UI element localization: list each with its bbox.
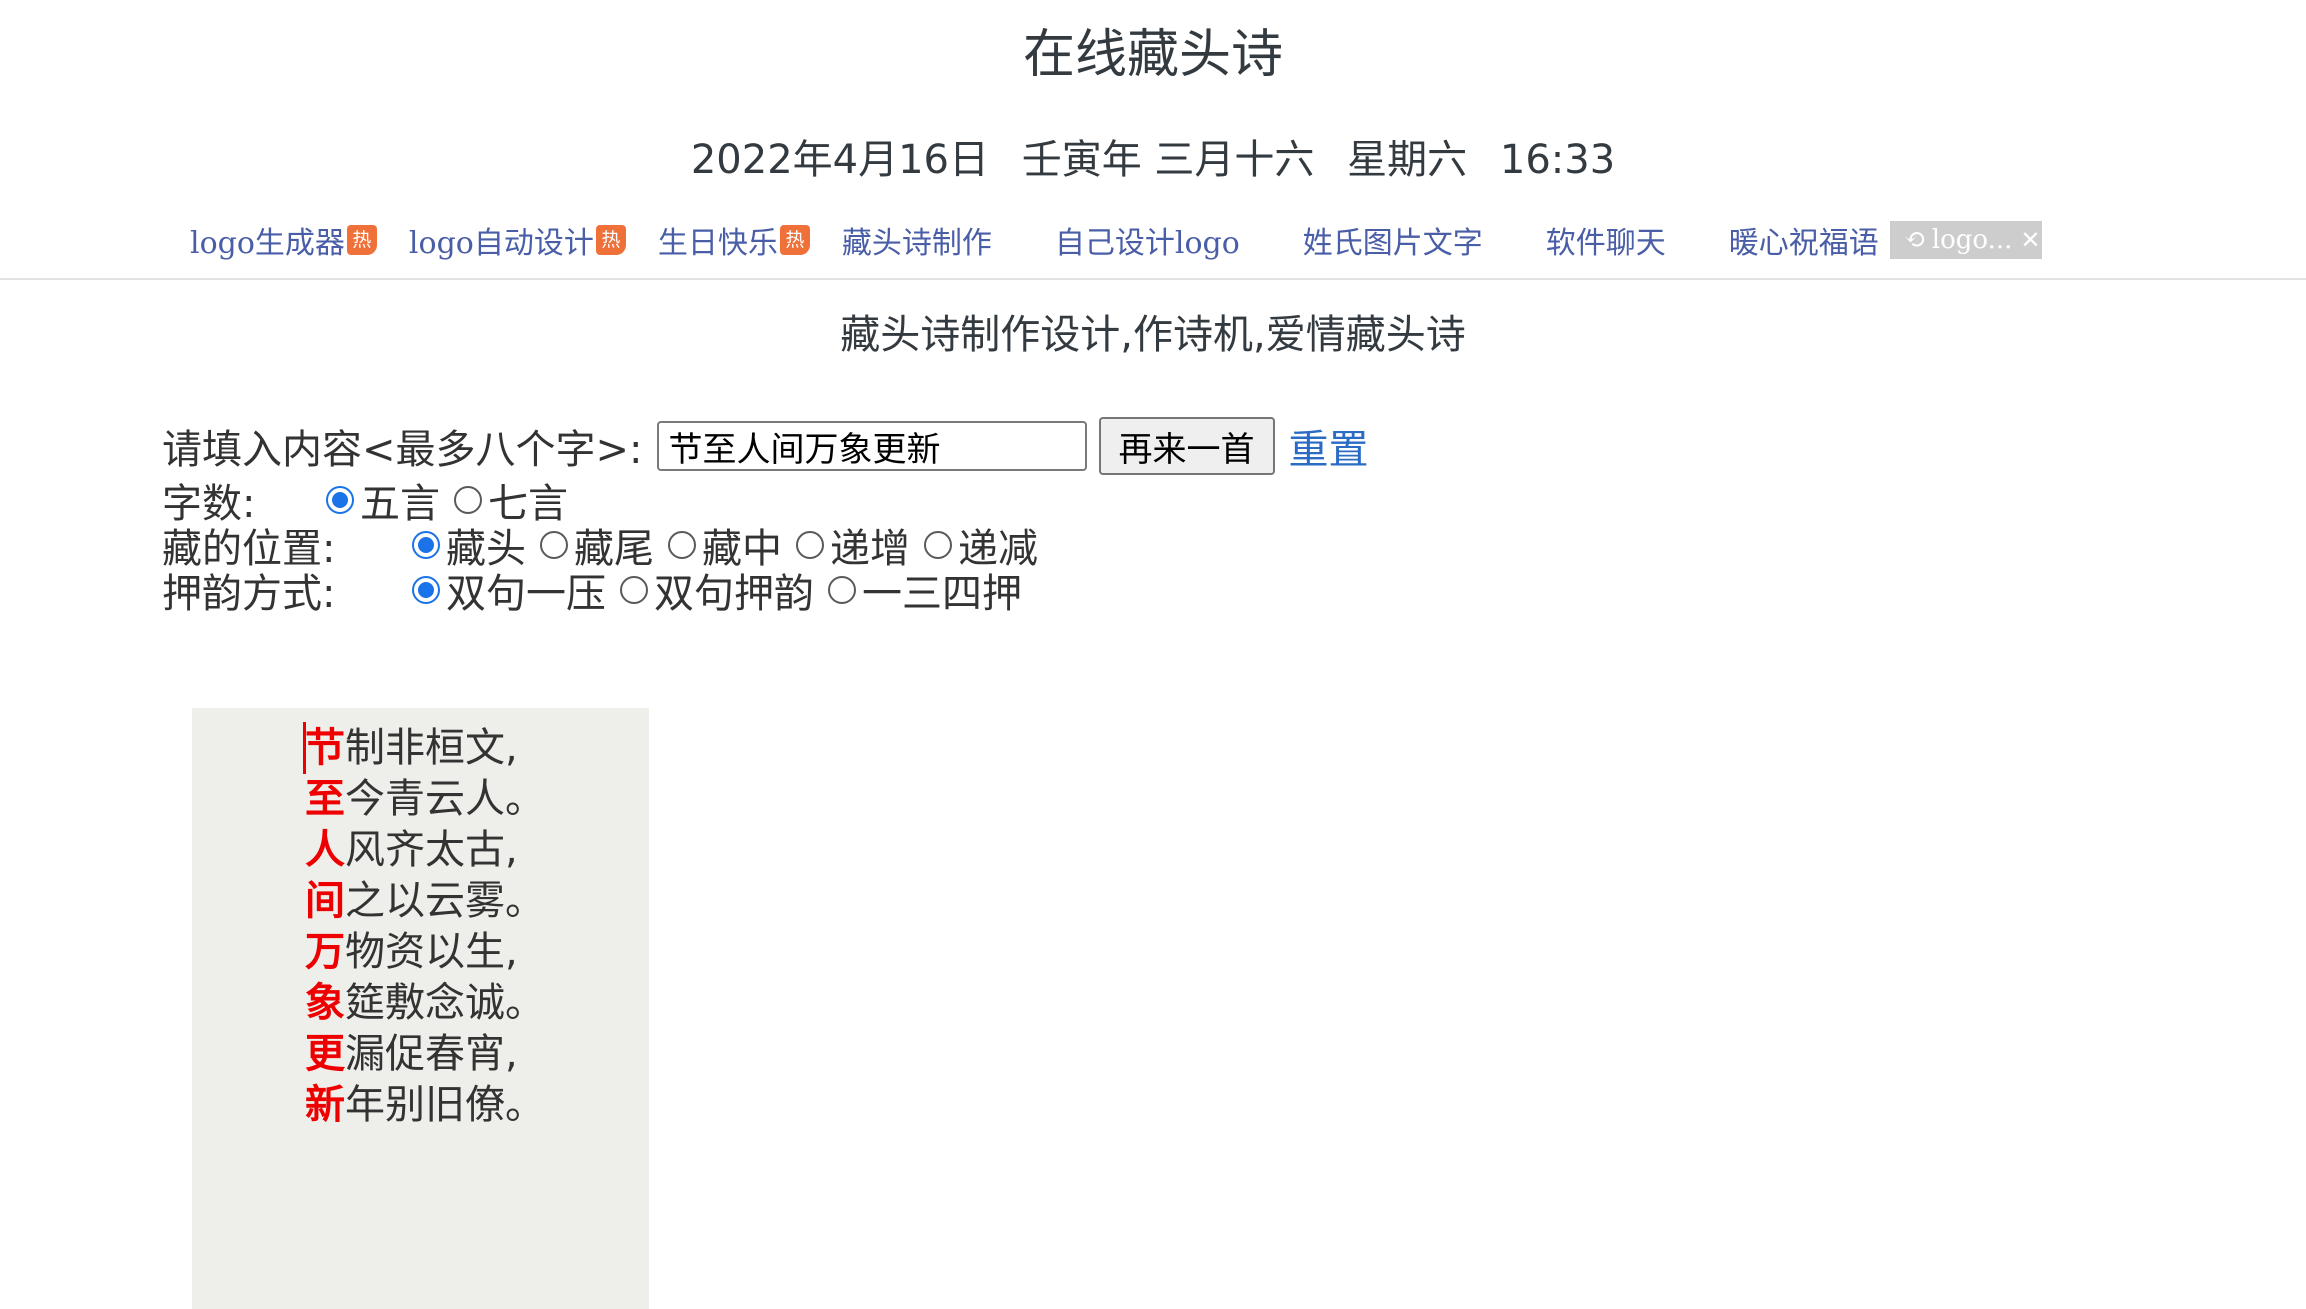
poem-result-box[interactable]: 节制非桓文, 至今青云人。 人风齐太古, 间之以云雾。 万物资以生, 象筵敷念诚… — [192, 708, 649, 1309]
hot-badge-icon: 热 — [346, 225, 377, 255]
poem-line: 人风齐太古, — [305, 825, 518, 875]
poem-line-text: 制非桓文, — [345, 725, 518, 771]
rhyme-option-double-rhyme[interactable]: 双句押韵 — [620, 561, 814, 619]
page: 在线藏头诗 2022年4月16日 壬寅年 三月十六 星期六 16:33 logo… — [0, 0, 2306, 1309]
nav-item-logo-generator[interactable]: logo生成器 热 — [190, 218, 377, 262]
lunar-date-text: 壬寅年 三月十六 — [1021, 137, 1315, 183]
radio-icon[interactable] — [540, 530, 568, 559]
rhyme-label: 押韵方式: — [162, 570, 336, 617]
ad-text: logo... — [1931, 225, 2013, 255]
poem-head-char: 人 — [305, 827, 345, 873]
nav-item-design-logo[interactable]: 自己设计logo — [1055, 218, 1240, 262]
radio-icon[interactable] — [828, 575, 856, 604]
option-label: 双句一压 — [446, 570, 606, 617]
header-divider — [0, 278, 2306, 280]
nav-item-warm-wishes[interactable]: 暖心祝福语 — [1729, 218, 1879, 262]
radio-selected-icon[interactable] — [326, 485, 354, 514]
hot-badge-icon: 热 — [779, 225, 810, 255]
reset-link[interactable]: 重置 — [1289, 417, 1369, 475]
poem-line-text: 物资以生, — [345, 929, 518, 975]
nav-item-label: 姓氏图片文字 — [1302, 226, 1483, 261]
site-title: 在线藏头诗 — [1022, 25, 1283, 85]
poem-line-text: 风齐太古, — [345, 827, 518, 873]
radio-selected-icon[interactable] — [412, 575, 440, 604]
poem-line-text: 筵敷念诚。 — [345, 980, 545, 1026]
close-icon[interactable]: ✕ — [2020, 226, 2040, 254]
nav-item-label: 暖心祝福语 — [1728, 226, 1879, 261]
nav-item-surname-image[interactable]: 姓氏图片文字 — [1303, 218, 1483, 262]
poem-head-char: 万 — [305, 929, 345, 975]
nav-item-label: logo自动设计 — [408, 226, 594, 261]
rhyme-option-one-three-four[interactable]: 一三四押 — [828, 561, 1022, 619]
poem-line: 间之以云雾。 — [305, 876, 545, 926]
poem-form: 请填入内容<最多八个字>: 再来一首 重置 字数: 五言 七言 藏的位置: 藏头 — [162, 415, 1369, 617]
poem-line-text: 年别旧僚。 — [345, 1082, 545, 1128]
poem-head-char: 节 — [305, 725, 345, 771]
rhyme-option-double-one[interactable]: 双句一压 — [412, 561, 606, 619]
poem-head-char: 至 — [305, 776, 345, 822]
poem-line: 新年别旧僚。 — [305, 1080, 545, 1130]
content-input[interactable] — [656, 421, 1087, 471]
time-text: 16:33 — [1499, 137, 1616, 183]
rhyme-row: 押韵方式: 双句一压 双句押韵 一三四押 — [162, 567, 1369, 617]
nav-item-label: logo生成器 — [190, 226, 345, 261]
poem-line: 象筵敷念诚。 — [305, 978, 545, 1028]
poem-line: 节制非桓文, — [305, 723, 518, 773]
nav-item-label: 藏头诗制作 — [841, 226, 992, 261]
nav-item-label: 生日快乐 — [657, 226, 778, 261]
content-label: 请填入内容<最多八个字>: — [162, 427, 643, 473]
nav-item-software-chat[interactable]: 软件聊天 — [1546, 218, 1666, 262]
poem-line-text: 之以云雾。 — [345, 878, 545, 924]
poem-line-text: 漏促春宵, — [345, 1031, 518, 1077]
poem-line: 更漏促春宵, — [305, 1029, 518, 1079]
poem-line: 至今青云人。 — [305, 774, 545, 824]
ad-choices-icon: ⟲ — [1904, 225, 1926, 255]
date-text: 2022年4月16日 — [690, 137, 989, 183]
option-label: 一三四押 — [862, 570, 1022, 617]
again-button[interactable]: 再来一首 — [1098, 417, 1275, 475]
nav-item-label: 自己设计logo — [1054, 226, 1240, 261]
date-line: 2022年4月16日 壬寅年 三月十六 星期六 16:33 — [0, 130, 2306, 190]
poem-line: 万物资以生, — [305, 927, 518, 977]
radio-icon[interactable] — [454, 485, 482, 514]
poem-head-char: 新 — [305, 1082, 345, 1128]
nav-item-birthday[interactable]: 生日快乐 热 — [658, 218, 810, 262]
hot-badge-icon: 热 — [595, 225, 626, 255]
content-row: 请填入内容<最多八个字>: 再来一首 重置 — [162, 415, 1369, 477]
poem-head-char: 更 — [305, 1031, 345, 1077]
ad-banner[interactable]: ⟲ logo... ✕ — [1890, 221, 2042, 259]
top-nav: logo生成器 热 logo自动设计 热 生日快乐 热 藏头诗制作 自己设计lo… — [190, 210, 1911, 270]
option-label: 双句押韵 — [654, 570, 814, 617]
radio-icon[interactable] — [668, 530, 696, 559]
nav-item-logo-auto-design[interactable]: logo自动设计 热 — [409, 218, 626, 262]
poem-head-char: 象 — [305, 980, 345, 1026]
radio-icon[interactable] — [796, 530, 824, 559]
weekday-text: 星期六 — [1347, 137, 1468, 183]
radio-icon[interactable] — [924, 530, 952, 559]
nav-item-label: 软件聊天 — [1545, 226, 1666, 261]
page-subtitle: 藏头诗制作设计,作诗机,爱情藏头诗 — [840, 312, 1466, 358]
radio-selected-icon[interactable] — [412, 530, 440, 559]
nav-item-acrostic-poem[interactable]: 藏头诗制作 — [842, 218, 992, 262]
poem-head-char: 间 — [305, 878, 345, 924]
radio-icon[interactable] — [620, 575, 648, 604]
poem-line-text: 今青云人。 — [345, 776, 545, 822]
